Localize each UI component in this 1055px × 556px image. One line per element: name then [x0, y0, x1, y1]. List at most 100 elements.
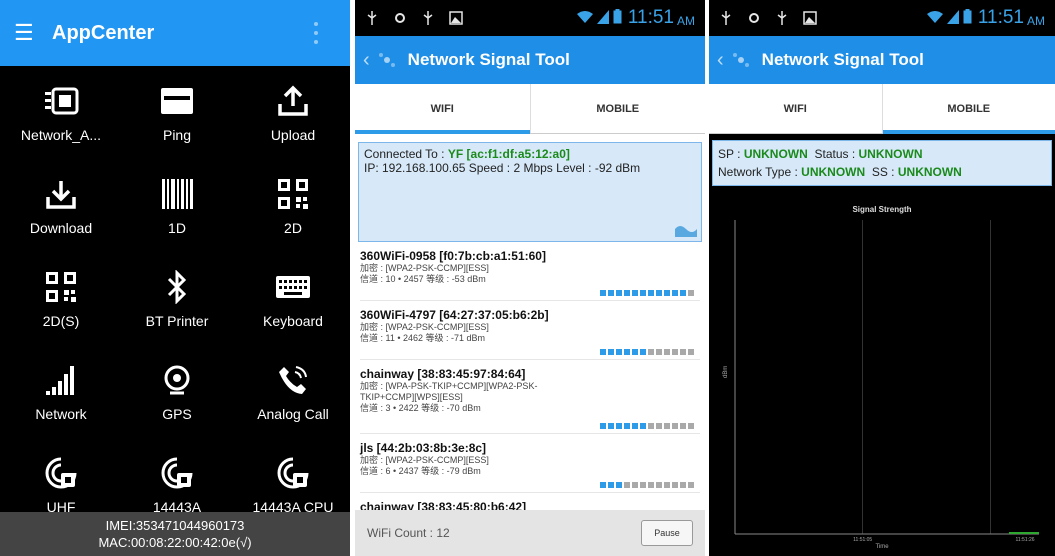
app-tile-label: 2D(S) — [42, 313, 80, 329]
rfid-icon — [157, 453, 197, 493]
appcenter-screen: ☰ AppCenter Network_A... Ping Upload Downlo… — [0, 0, 350, 556]
clock-ampm: AM — [677, 14, 695, 28]
back-icon[interactable]: ‹ — [363, 49, 370, 72]
app-tile-keyboard[interactable]: Keyboard — [238, 261, 348, 341]
ip-line: IP: 192.168.100.65 Speed : 2 Mbps Level … — [364, 161, 641, 175]
tab-bar: WIFI MOBILE — [709, 84, 1055, 134]
wifi-network-item[interactable]: jls [44:2b:03:8b:3e:8c] 加密 : [WPA2-PSK-CC… — [360, 434, 700, 493]
app-title: AppCenter — [52, 21, 155, 44]
clock: 11:51 — [627, 7, 674, 28]
x-axis-label: Time — [875, 544, 889, 550]
app-tile-gps[interactable]: GPS — [122, 354, 232, 434]
back-icon[interactable]: ‹ — [717, 49, 724, 72]
wifi-network-item[interactable]: chainway [38:83:45:97:84:64] 加密 : [WPA-PS… — [360, 360, 700, 434]
bluetooth-icon — [157, 267, 197, 307]
battery-icon — [613, 9, 622, 27]
tab-mobile[interactable]: MOBILE — [529, 84, 706, 133]
app-tile-label: 2D — [284, 220, 302, 236]
barcode-1d-icon — [157, 174, 197, 214]
wifi-network-list: 360WiFi-0958 [f0:7b:cb:a1:51:60] 加密 : [WP… — [355, 242, 705, 552]
image-icon — [803, 11, 817, 25]
ping-icon — [157, 81, 197, 121]
wifi-network-item[interactable]: 360WiFi-4797 [64:27:37:05:b6:2b] 加密 : [WP… — [360, 301, 700, 360]
app-logo-icon — [376, 49, 398, 71]
wifi-signal-icon — [926, 10, 944, 27]
signal-strength-meter — [598, 423, 694, 429]
app-tile-label: Keyboard — [263, 313, 323, 329]
app-tile-1d[interactable]: 1D — [122, 168, 232, 248]
connected-label: Connected To : — [364, 147, 445, 161]
app-tile-label: Ping — [162, 127, 192, 143]
app-tile-label: Network_A... — [20, 127, 102, 143]
app-tile-label: BT Printer — [145, 313, 209, 329]
tab-wifi[interactable]: WIFI — [355, 84, 530, 134]
app-tile-label: 1D — [168, 220, 186, 236]
signal-bars-icon — [41, 360, 81, 400]
mac-text: MAC:00:08:22:00:42:0e(√) — [98, 535, 252, 550]
gps-icon — [157, 360, 197, 400]
app-tile-upload[interactable]: Upload — [238, 75, 348, 155]
wifi-screen: 11:51 AM ‹ Network Signal Tool WIFI MOBI… — [355, 0, 705, 556]
app-tile-label: Upload — [270, 127, 316, 143]
wifi-footer: WiFi Count : 12 Pause — [355, 510, 705, 556]
network-name: chainway [38:83:45:97:84:64] — [360, 367, 526, 381]
app-logo-icon — [730, 49, 752, 71]
status-label: Status : — [814, 147, 856, 161]
app-tile-network[interactable]: Network — [6, 354, 116, 434]
sp-value: UNKNOWN — [743, 147, 808, 161]
status-bar: 11:51 AM — [355, 0, 705, 36]
app-tile-bt-printer[interactable]: BT Printer — [122, 261, 232, 341]
app-tile-2d[interactable]: 2D — [238, 168, 348, 248]
cell-signal-icon — [596, 9, 609, 27]
battery-icon — [963, 9, 972, 27]
network-analyzer-icon — [41, 81, 81, 121]
wifi-count: WiFi Count : 12 — [367, 526, 450, 540]
network-channel-level: 信道 : 3 • 2422 等级 : -70 dBm — [360, 403, 481, 413]
usb-icon — [365, 11, 379, 25]
x-tick-label: 11:51:26 — [1015, 537, 1034, 543]
tab-wifi[interactable]: WIFI — [709, 84, 882, 133]
rfid-icon — [41, 453, 81, 493]
clock: 11:51 — [977, 7, 1024, 28]
network-type-label: Network Type : — [718, 165, 798, 179]
app-tile-ping[interactable]: Ping — [122, 75, 232, 155]
pause-button[interactable]: Pause — [641, 520, 693, 546]
usb-icon — [719, 11, 733, 25]
wifi-network-item[interactable]: 360WiFi-0958 [f0:7b:cb:a1:51:60] 加密 : [WP… — [360, 242, 700, 301]
cell-signal-icon — [946, 9, 959, 27]
network-name: jls [44:2b:03:8b:3e:8c] — [360, 441, 487, 455]
app-tile-label: Network — [35, 406, 87, 422]
connected-network-card: Connected To : YF [ac:f1:df:a5:12:a0] IP… — [358, 142, 702, 242]
chart-title: Signal Strength — [852, 205, 911, 214]
y-axis-label: dBm — [723, 366, 729, 378]
app-tile-download[interactable]: Download — [6, 168, 116, 248]
network-name: 360WiFi-0958 [f0:7b:cb:a1:51:60] — [360, 249, 546, 263]
app-tile-label: Download — [29, 220, 93, 236]
signal-strength-chart: Signal Strength dBm Time 11:51:05 11:51:2… — [723, 205, 1039, 550]
wave-icon — [675, 223, 697, 237]
sp-label: SP : — [718, 147, 741, 161]
tool-title: Network Signal Tool — [407, 50, 570, 69]
signal-strength-meter — [598, 482, 694, 488]
ss-label: SS : — [871, 165, 895, 179]
image-icon — [449, 11, 463, 25]
app-tile-2d-s[interactable]: 2D(S) — [6, 261, 116, 341]
network-channel-level: 信道 : 10 • 2457 等级 : -53 dBm — [360, 274, 486, 284]
imei-text: IMEI:353471044960173 — [105, 518, 245, 533]
connected-value: YF [ac:f1:df:a5:12:a0] — [447, 147, 570, 161]
tool-appbar: ‹ Network Signal Tool — [709, 36, 1055, 84]
ss-value: UNKNOWN — [897, 165, 962, 179]
network-channel-level: 信道 : 6 • 2437 等级 : -79 dBm — [360, 466, 481, 476]
status-bar: 11:51 AM — [709, 0, 1055, 36]
keyboard-icon — [273, 267, 313, 307]
network-encryption-cont: TKIP+CCMP][WPS][ESS] — [360, 392, 463, 402]
usb-icon — [775, 11, 789, 25]
mobile-info-card: SP : UNKNOWN Status : UNKNOWN Network Ty… — [712, 140, 1052, 186]
x-tick-label: 11:51:05 — [853, 537, 872, 543]
clock-ampm: AM — [1027, 14, 1045, 28]
hamburger-menu-icon[interactable]: ☰ — [14, 20, 44, 46]
app-tile-analog-call[interactable]: Analog Call — [238, 354, 348, 434]
app-tile-network-a[interactable]: Network_A... — [6, 75, 116, 155]
tab-mobile[interactable]: MOBILE — [881, 84, 1055, 134]
overflow-menu-icon[interactable] — [314, 22, 320, 44]
